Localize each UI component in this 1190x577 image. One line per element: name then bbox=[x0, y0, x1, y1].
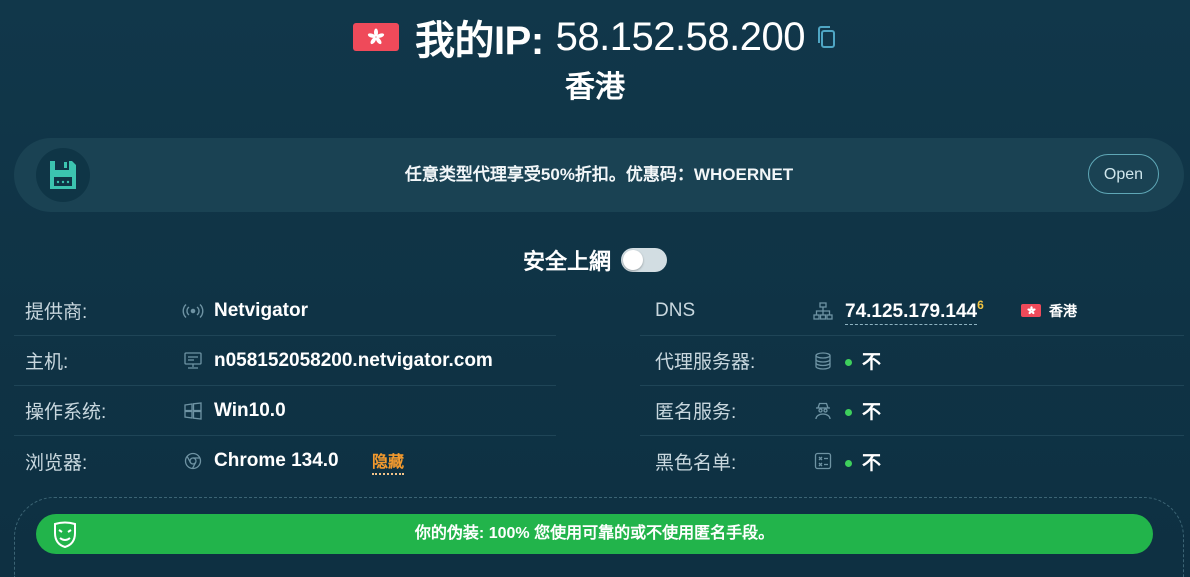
antenna-icon bbox=[182, 303, 204, 319]
browser-value: Chrome 134.0 bbox=[214, 450, 339, 471]
copy-icon[interactable] bbox=[815, 24, 837, 50]
os-value: Win10.0 bbox=[214, 399, 286, 421]
row-os: 操作系统: Win10.0 bbox=[14, 386, 556, 436]
provider-value: Netvigator bbox=[214, 299, 308, 321]
blacklist-icon bbox=[814, 452, 832, 470]
country-name: 香港 bbox=[565, 71, 625, 104]
dns-value[interactable]: 74.125.179.144 bbox=[845, 300, 978, 325]
row-browser: 浏览器: Chrome 134.0 隐藏 bbox=[14, 436, 556, 486]
status-dot bbox=[845, 359, 852, 367]
hong-kong-flag-icon bbox=[1021, 304, 1041, 317]
row-provider: 提供商: Netvigator bbox=[14, 286, 556, 336]
disguise-status-bar: 你的伪装: 100% 您使用可靠的或不使用匿名手段。 bbox=[36, 514, 1153, 554]
toggle-knob bbox=[623, 250, 643, 270]
windows-icon bbox=[184, 401, 202, 420]
anonymizer-value-wrap: 不 bbox=[845, 397, 881, 424]
disguise-text: 你的伪装: 100% 您使用可靠的或不使用匿名手段。 bbox=[414, 525, 775, 542]
ip-value[interactable]: 58.152.58.200 bbox=[556, 15, 806, 60]
browser-hide-link[interactable]: 隐藏 bbox=[372, 448, 405, 475]
browser-label: 浏览器: bbox=[25, 452, 88, 474]
status-dot bbox=[845, 459, 852, 467]
promo-open-button[interactable]: Open bbox=[1088, 154, 1159, 194]
blacklist-value: 不 bbox=[862, 452, 882, 474]
proxy-label: 代理服务器: bbox=[655, 352, 756, 373]
chrome-icon bbox=[184, 452, 202, 470]
hong-kong-flag-icon bbox=[353, 23, 400, 51]
status-dot bbox=[845, 409, 852, 417]
os-label: 操作系统: bbox=[25, 402, 107, 423]
row-anonymizer: 匿名服务: 不 bbox=[640, 386, 1184, 436]
dns-country: 香港 bbox=[1021, 301, 1077, 321]
blacklist-value-wrap: 不 bbox=[845, 448, 881, 475]
server-icon bbox=[184, 351, 202, 370]
row-dns: DNS 74.125.179.1446 香港 bbox=[640, 286, 1184, 336]
database-icon bbox=[814, 351, 832, 370]
row-proxy: 代理服务器: 不 bbox=[640, 336, 1184, 386]
row-host: 主机: n058152058200.netvigator.com bbox=[14, 336, 556, 386]
ip-label: 我的IP: bbox=[415, 19, 544, 63]
row-blacklist: 黑色名单: 不 bbox=[640, 436, 1184, 486]
dns-label: DNS bbox=[655, 299, 696, 321]
ip-header: 我的IP: 58.152.58.200 bbox=[0, 8, 1190, 66]
dns-count-badge: 6 bbox=[977, 298, 984, 313]
network-icon bbox=[813, 301, 833, 320]
host-label: 主机: bbox=[25, 352, 69, 373]
promo-banner: 任意类型代理享受50%折扣。优惠码：WHOERNET Open bbox=[14, 138, 1184, 212]
safe-browsing-row: 安全上網 bbox=[0, 244, 1190, 276]
host-value: n058152058200.netvigator.com bbox=[214, 349, 493, 371]
dns-country-name: 香港 bbox=[1049, 302, 1077, 319]
provider-label: 提供商: bbox=[25, 302, 88, 323]
safe-browsing-toggle[interactable] bbox=[621, 248, 667, 272]
anonymizer-value: 不 bbox=[862, 402, 882, 423]
anonymizer-label: 匿名服务: bbox=[655, 402, 737, 423]
safe-browsing-label: 安全上網 bbox=[522, 249, 611, 274]
promo-text: 任意类型代理享受50%折扣。优惠码：WHOERNET bbox=[404, 165, 794, 184]
proxy-value-wrap: 不 bbox=[845, 347, 881, 374]
blacklist-label: 黑色名单: bbox=[655, 452, 737, 474]
dns-value-wrap: 74.125.179.1446 bbox=[845, 298, 984, 325]
anonymous-user-icon bbox=[814, 402, 832, 420]
proxy-value: 不 bbox=[862, 352, 882, 373]
